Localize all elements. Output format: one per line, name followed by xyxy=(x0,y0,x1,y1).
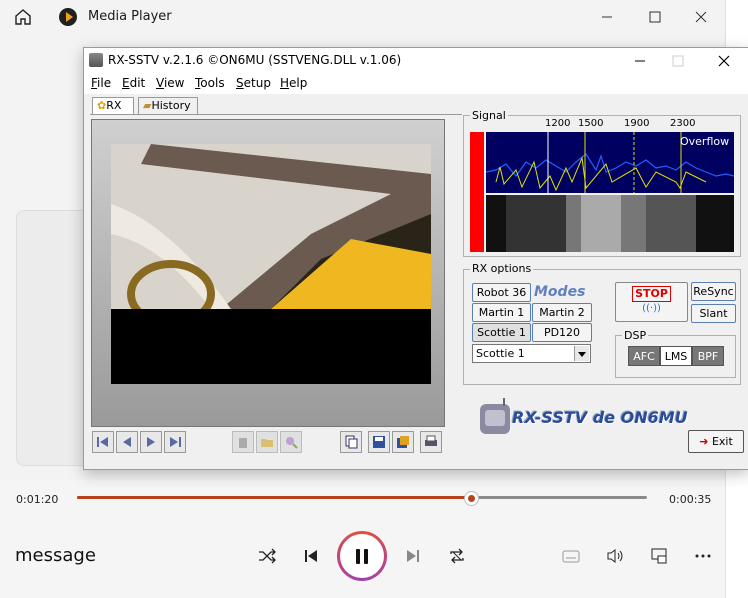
rx-sstv-logo: RX-SSTV de ON6MU xyxy=(512,408,688,427)
menu-setup[interactable]: Setup xyxy=(236,76,271,90)
freq-1900: 1900 xyxy=(624,118,650,129)
track-title: message xyxy=(15,545,96,566)
copy-button[interactable] xyxy=(340,431,362,453)
tab-divider xyxy=(90,114,462,115)
dsp-label: DSP xyxy=(622,329,649,342)
app-title: Media Player xyxy=(88,9,172,24)
menu-bar: File Edit View Tools Setup Help xyxy=(84,74,748,94)
image-frame xyxy=(91,119,445,427)
signal-label: Signal xyxy=(470,109,508,122)
rx-maximize-icon xyxy=(672,55,684,67)
menu-edit[interactable]: Edit xyxy=(122,76,145,90)
tab-history[interactable]: ▰History xyxy=(138,97,198,115)
bpf-toggle[interactable]: BPF xyxy=(692,346,724,366)
mp-titlebar: Media Player xyxy=(0,0,725,34)
slant-button[interactable]: Slant xyxy=(691,304,736,323)
close-icon[interactable] xyxy=(692,8,710,26)
mode-pd120-button[interactable]: PD120 xyxy=(532,323,592,342)
waterfall-display xyxy=(486,195,734,252)
delete-button[interactable] xyxy=(232,431,254,453)
cast-icon[interactable] xyxy=(649,546,669,566)
rx-titlebar: RX-SSTV v.2.1.6 ©ON6MU (SSTVENG.DLL v.1.… xyxy=(84,48,748,74)
next-image-button[interactable] xyxy=(140,431,162,453)
tab-rx-label: RX xyxy=(106,99,122,112)
volume-icon[interactable] xyxy=(605,546,625,566)
save-as-button[interactable] xyxy=(392,431,414,453)
mode-scottie1-button[interactable]: Scottie 1 xyxy=(472,323,531,342)
tab-rx[interactable]: ✿RX xyxy=(92,97,134,115)
seek-slider[interactable] xyxy=(77,491,647,506)
previous-image-button[interactable] xyxy=(116,431,138,453)
more-options-icon[interactable] xyxy=(693,546,713,566)
freq-1200: 1200 xyxy=(545,118,571,129)
rx-window-title: RX-SSTV v.2.1.6 ©ON6MU (SSTVENG.DLL v.1.… xyxy=(108,53,402,67)
menu-file[interactable]: File xyxy=(91,76,111,90)
exit-icon: ➜ xyxy=(699,435,709,448)
menu-tools[interactable]: Tools xyxy=(195,76,225,90)
mode-select[interactable]: Scottie 1 xyxy=(472,344,591,363)
mode-martin2-button[interactable]: Martin 2 xyxy=(532,303,592,322)
afc-toggle[interactable]: AFC xyxy=(628,346,660,366)
exit-button[interactable]: ➜ Exit xyxy=(688,430,744,453)
rx-minimize-icon[interactable] xyxy=(632,53,648,69)
stop-button[interactable]: STOP ((·)) xyxy=(615,282,688,322)
gear-icon: ✿ xyxy=(97,99,107,112)
minimize-icon[interactable] xyxy=(598,8,616,26)
mode-robot36-button[interactable]: Robot 36 xyxy=(472,283,531,302)
open-folder-button[interactable] xyxy=(256,431,278,453)
received-image xyxy=(111,144,431,384)
mode-select-value: Scottie 1 xyxy=(476,347,525,360)
lms-toggle[interactable]: LMS xyxy=(660,346,692,366)
last-image-button[interactable] xyxy=(164,431,186,453)
resync-button[interactable]: ReSync xyxy=(691,282,736,301)
pause-button[interactable] xyxy=(337,531,387,581)
mode-martin1-button[interactable]: Martin 1 xyxy=(472,303,531,322)
repeat-icon[interactable] xyxy=(447,546,467,566)
elapsed-time: 0:01:20 xyxy=(16,493,59,506)
media-player-logo-icon xyxy=(59,8,77,26)
overflow-indicator: Overflow xyxy=(680,135,730,148)
stop-label: STOP xyxy=(632,286,671,302)
antenna-icon: ((·)) xyxy=(642,303,661,314)
menu-view[interactable]: View xyxy=(156,76,184,90)
rx-options-label: RX options xyxy=(470,262,534,275)
modes-label: Modes xyxy=(534,284,586,300)
maximize-icon[interactable] xyxy=(646,8,664,26)
chevron-down-icon[interactable] xyxy=(574,346,589,361)
rx-sstv-window: RX-SSTV v.2.1.6 ©ON6MU (SSTVENG.DLL v.1.… xyxy=(83,47,748,470)
freq-2300: 2300 xyxy=(670,118,696,129)
print-button[interactable] xyxy=(420,431,442,453)
zoom-button[interactable] xyxy=(280,431,302,453)
miniplayer-icon[interactable] xyxy=(561,546,581,566)
freq-1500: 1500 xyxy=(578,118,604,129)
radio-logo-icon xyxy=(480,398,510,434)
signal-level-bar xyxy=(470,132,484,252)
menu-help[interactable]: Help xyxy=(280,76,307,90)
previous-icon[interactable] xyxy=(301,546,321,566)
rx-app-icon xyxy=(89,53,103,67)
exit-label: Exit xyxy=(711,435,733,448)
pause-icon xyxy=(340,534,384,578)
first-image-button[interactable] xyxy=(92,431,114,453)
total-time: 0:00:35 xyxy=(669,493,712,506)
save-button[interactable] xyxy=(368,431,390,453)
rx-close-icon[interactable] xyxy=(716,53,732,69)
next-icon[interactable] xyxy=(403,546,423,566)
home-icon[interactable] xyxy=(14,8,32,26)
shuffle-icon[interactable] xyxy=(257,546,277,566)
seek-progress xyxy=(77,496,471,499)
tab-history-label: History xyxy=(151,99,191,112)
